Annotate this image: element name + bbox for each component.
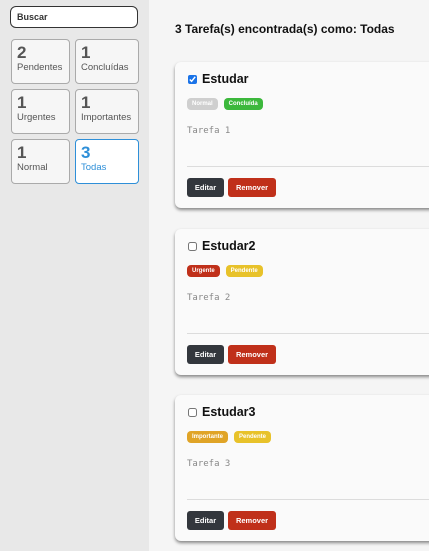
edit-button[interactable]: Editar [187, 511, 224, 530]
filter-importantes[interactable]: 1 Importantes [75, 89, 139, 134]
filter-count: 1 [81, 93, 91, 112]
task-card: Estudar3 Importante Pendente Tarefa 3 Ed… [175, 395, 429, 541]
remove-button[interactable]: Remover [228, 345, 276, 364]
filter-count: 1 [17, 93, 27, 112]
task-actions: Editar Remover [187, 511, 276, 530]
task-title: Estudar3 [202, 405, 256, 419]
filter-label: Normal [17, 162, 48, 173]
status-badge: Pendente [234, 431, 272, 443]
remove-button[interactable]: Remover [228, 178, 276, 197]
edit-button[interactable]: Editar [187, 345, 224, 364]
task-card: Estudar2 Urgente Pendente Tarefa 2 Edita… [175, 229, 429, 375]
results-heading: 3 Tarefa(s) encontrada(s) como: Todas [175, 22, 395, 36]
sidebar: 2 Pendentes 1 Concluídas 1 Urgentes 1 Im… [0, 0, 149, 551]
priority-badge: Normal [187, 98, 218, 110]
main-content: 3 Tarefa(s) encontrada(s) como: Todas Es… [149, 0, 429, 551]
task-badges: Urgente Pendente [187, 265, 263, 277]
task-title: Estudar [202, 72, 249, 86]
task-card: Estudar Normal Concluída Tarefa 1 Editar… [175, 62, 429, 208]
task-complete-checkbox[interactable] [188, 74, 197, 84]
status-badge: Pendente [225, 265, 263, 277]
filter-label: Urgentes [17, 112, 56, 123]
task-title-row: Estudar2 [188, 239, 256, 253]
edit-button[interactable]: Editar [187, 178, 224, 197]
filter-count: 3 [81, 143, 91, 162]
task-actions: Editar Remover [187, 345, 276, 364]
filter-label: Concluídas [81, 62, 129, 73]
filter-urgentes[interactable]: 1 Urgentes [11, 89, 70, 134]
filter-concluidas[interactable]: 1 Concluídas [75, 39, 139, 84]
filter-grid: 2 Pendentes 1 Concluídas 1 Urgentes 1 Im… [11, 39, 139, 184]
status-badge: Concluída [223, 98, 263, 110]
filter-label: Todas [81, 162, 107, 173]
task-title-row: Estudar [188, 72, 249, 86]
priority-badge: Urgente [187, 265, 220, 277]
task-complete-checkbox[interactable] [188, 407, 197, 417]
filter-pendentes[interactable]: 2 Pendentes [11, 39, 70, 84]
priority-badge: Importante [187, 431, 229, 443]
task-description: Tarefa 2 [187, 293, 231, 303]
task-title-row: Estudar3 [188, 405, 256, 419]
filter-label: Pendentes [17, 62, 63, 73]
task-description: Tarefa 1 [187, 126, 231, 136]
filter-count: 1 [17, 143, 27, 162]
task-badges: Importante Pendente [187, 431, 272, 443]
search-input[interactable] [10, 6, 138, 28]
filter-count: 2 [17, 43, 27, 62]
card-divider [187, 333, 429, 334]
filter-count: 1 [81, 43, 91, 62]
task-title: Estudar2 [202, 239, 256, 253]
task-actions: Editar Remover [187, 178, 276, 197]
task-complete-checkbox[interactable] [188, 241, 197, 251]
filter-todas[interactable]: 3 Todas [75, 139, 139, 184]
filter-label: Importantes [81, 112, 132, 123]
filter-normal[interactable]: 1 Normal [11, 139, 70, 184]
task-badges: Normal Concluída [187, 98, 263, 110]
task-description: Tarefa 3 [187, 459, 231, 469]
card-divider [187, 166, 429, 167]
card-divider [187, 499, 429, 500]
remove-button[interactable]: Remover [228, 511, 276, 530]
